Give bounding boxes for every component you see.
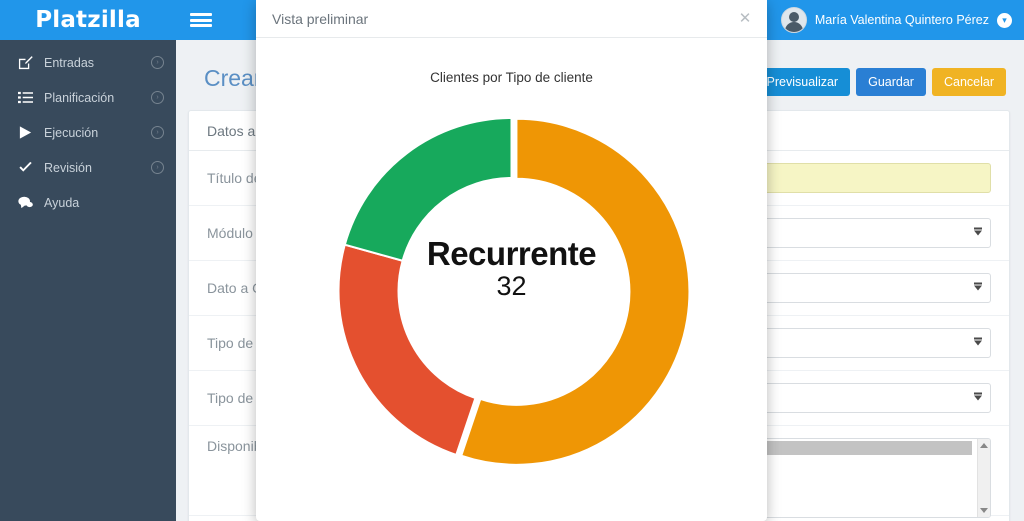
sidebar-item-label: Ejecución [44,125,99,140]
hamburger-icon[interactable] [176,0,226,40]
brand-logo[interactable]: Platzilla [0,0,176,40]
chevron-down-icon [974,282,982,291]
avatar [780,7,807,33]
sidebar-item-ayuda[interactable]: Ayuda [0,185,176,220]
chevron-down-icon [974,337,982,346]
sidebar-item-label: Ayuda [44,195,80,210]
chart-card: Clientes por Tipo de cliente Recurrente … [270,70,753,521]
preview-button[interactable]: Previsualizar [754,68,851,96]
cancel-button[interactable]: Cancelar [931,68,1006,96]
page-title: Crear [204,65,262,91]
user-name-label: María Valentina Quintero Pérez [814,13,989,27]
check-icon [18,160,44,175]
sidebar-item-label: Planificación [44,90,115,105]
chevron-down-icon [974,392,982,401]
save-button[interactable]: Guardar [856,68,926,96]
chevron-right-icon[interactable]: › [151,56,164,69]
sidebar-item-revision[interactable]: Revisión › [0,150,176,185]
modal-header: Vista preliminar ✕ [256,0,767,38]
donut-slice[interactable] [343,116,513,262]
topbar-right-group: María Valentina Quintero Pérez ▾ [739,0,1024,40]
edit-square-icon [18,55,44,70]
application-window: Platzilla María Valentina Quintero Pérez… [0,0,1024,521]
user-menu[interactable]: María Valentina Quintero Pérez ▾ [775,0,1024,40]
chart-title: Clientes por Tipo de cliente [430,70,593,85]
modal-body: Clientes por Tipo de cliente Recurrente … [256,38,767,521]
donut-chart-svg [337,116,691,466]
play-icon [18,125,44,140]
scrollbar[interactable] [977,439,990,517]
donut-chart: Recurrente 32 [270,87,753,487]
chevron-down-icon[interactable]: ▾ [997,12,1012,28]
chevron-right-icon[interactable]: › [151,161,164,174]
sidebar-item-entradas[interactable]: Entradas › [0,45,176,80]
sidebar: Entradas › Planificación › Ejecución › R… [0,40,176,521]
chevron-right-icon[interactable]: › [151,126,164,139]
chevron-down-icon [974,227,982,236]
sidebar-item-planificacion[interactable]: Planificación › [0,80,176,115]
sidebar-item-label: Entradas [44,55,95,70]
modal-title: Vista preliminar [272,10,369,27]
close-icon[interactable]: ✕ [737,11,753,27]
chat-bubble-icon [18,195,44,210]
scroll-down-icon[interactable] [980,508,988,513]
list-icon [18,90,44,105]
scroll-up-icon[interactable] [980,443,988,448]
donut-slice[interactable] [337,243,477,457]
chevron-right-icon[interactable]: › [151,91,164,104]
preview-modal: Vista preliminar ✕ Clientes por Tipo de … [256,0,767,521]
sidebar-item-ejecucion[interactable]: Ejecución › [0,115,176,150]
sidebar-item-label: Revisión [44,160,92,175]
page-action-buttons: Previsualizar Guardar Cancelar [754,68,1006,96]
